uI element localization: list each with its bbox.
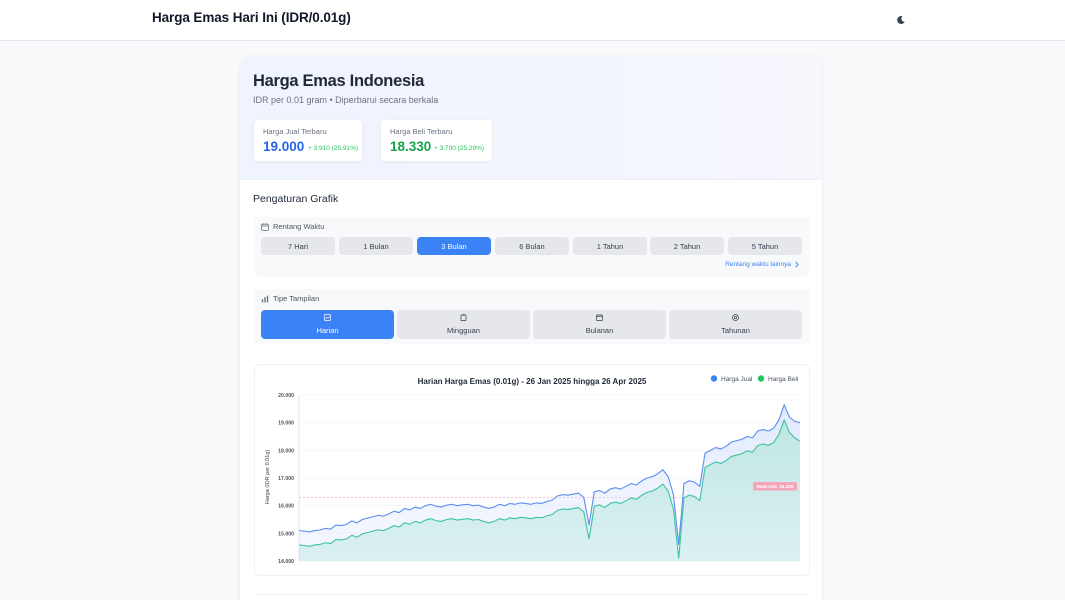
time-range-label-text: Rentang Waktu — [273, 222, 325, 231]
y-tick-label: 17.000 — [278, 476, 294, 482]
y-tick-label: 19.000 — [278, 421, 294, 427]
buy-price-change: + 3.700 (25.29%) — [434, 145, 485, 152]
gold-price-card: Harga Emas Indonesia IDR per 0.01 gram •… — [240, 56, 822, 600]
view-option-harian[interactable]: Harian — [261, 310, 394, 339]
view-option-mingguan-label: Mingguan — [447, 326, 480, 335]
chart-title: Harian Harga Emas (0.01g) - 26 Jan 2025 … — [418, 377, 647, 386]
more-ranges-link[interactable]: Rentang waktu lainnya — [725, 261, 800, 268]
more-ranges-label: Rentang waktu lainnya — [725, 261, 791, 268]
view-option-harian-label: Harian — [316, 326, 339, 335]
at-sign-icon — [732, 314, 739, 321]
theme-toggle-button[interactable] — [893, 12, 909, 28]
buy-price-value: 18.330 — [390, 139, 432, 154]
price-chart: 14.000 15.000 16.000 17.000 18.000 19.000 20.0… — [265, 375, 801, 565]
legend-label-harga-beli: Harga Beli — [768, 376, 798, 383]
range-option-5-tahun[interactable]: 5 Tahun — [728, 237, 802, 255]
range-option-2-tahun[interactable]: 2 Tahun — [650, 237, 724, 255]
range-option-7-hari[interactable]: 7 Hari — [261, 237, 335, 255]
legend-marker-harga-beli — [757, 375, 765, 382]
calendar-icon — [596, 314, 603, 321]
chevron-right-icon — [795, 261, 799, 268]
hero-section: Harga Emas Indonesia IDR per 0.01 gram •… — [240, 56, 822, 180]
chart-ylabel: Harga (IDR per 0.01g) — [265, 450, 271, 505]
time-range-label: Rentang Waktu — [261, 222, 324, 231]
sell-price-label: Harga Jual Terbaru — [263, 127, 327, 136]
harga-beli-area — [299, 419, 800, 561]
view-type-label-text: Tipe Tampilan — [273, 294, 320, 303]
sell-price-value: 19.000 — [263, 139, 305, 154]
legend-label-harga-jual: Harga Jual — [721, 376, 753, 383]
range-option-1-tahun[interactable]: 1 Tahun — [573, 237, 647, 255]
hero-title: Harga Emas Indonesia — [253, 72, 424, 90]
y-tick-label: 15.000 — [278, 531, 294, 537]
view-option-tahunan[interactable]: Tahunan — [669, 310, 802, 339]
chart-legend: Harga Jual Harga Beli — [710, 375, 798, 383]
price-chart-card: 14.000 15.000 16.000 17.000 18.000 19.000 20.0… — [254, 364, 810, 576]
view-type-label: Tipe Tampilan — [261, 294, 319, 303]
range-option-1-bulan[interactable]: 1 Bulan — [339, 237, 413, 255]
range-option-6-bulan[interactable]: 6 Bulan — [495, 237, 569, 255]
view-option-tahunan-label: Tahunan — [721, 326, 750, 335]
hero-subtitle: IDR per 0.01 gram • Diperbarui secara be… — [253, 95, 439, 105]
legend-marker-harga-jual — [710, 375, 718, 382]
view-option-bulanan-label: Bulanan — [585, 326, 614, 335]
view-option-mingguan[interactable]: Mingguan — [397, 310, 530, 339]
bar-chart-icon — [261, 295, 269, 302]
buy-price-box: Harga Beli Terbaru 18.330 + 3.700 (25.29… — [380, 119, 493, 162]
sell-price-box: Harga Jual Terbaru 19.000 + 3.910 (25.91… — [253, 119, 363, 162]
y-tick-label: 18.000 — [278, 448, 294, 454]
app-title: Harga Emas Hari Ini (IDR/0.01g) — [152, 10, 351, 25]
buy-price-label: Harga Beli Terbaru — [390, 127, 453, 136]
range-option-3-bulan[interactable]: 3 Bulan — [417, 237, 491, 255]
sell-price-change: + 3.910 (25.91%) — [308, 145, 359, 152]
view-type-panel: Tipe Tampilan Harian Mingguan Bulanan Ta… — [254, 289, 810, 344]
time-range-panel: Rentang Waktu 7 Hari 1 Bulan 3 Bulan 6 B… — [254, 217, 810, 277]
section-divider — [254, 594, 810, 595]
average-badge-label: Rata-rata: 16.300 — [757, 484, 794, 489]
y-tick-label: 16.000 — [278, 504, 294, 510]
y-tick-label: 14.000 — [278, 559, 294, 565]
clipboard-icon — [460, 314, 467, 321]
moon-icon — [897, 15, 905, 24]
y-tick-label: 20.000 — [278, 393, 294, 399]
top-bar: Harga Emas Hari Ini (IDR/0.01g) — [0, 0, 1065, 41]
view-option-bulanan[interactable]: Bulanan — [533, 310, 666, 339]
average-annotation: Rata-rata: 16.300 — [753, 482, 797, 491]
chart-icon — [324, 314, 331, 321]
settings-title: Pengaturan Grafik — [253, 193, 339, 205]
calendar-icon — [261, 222, 269, 231]
